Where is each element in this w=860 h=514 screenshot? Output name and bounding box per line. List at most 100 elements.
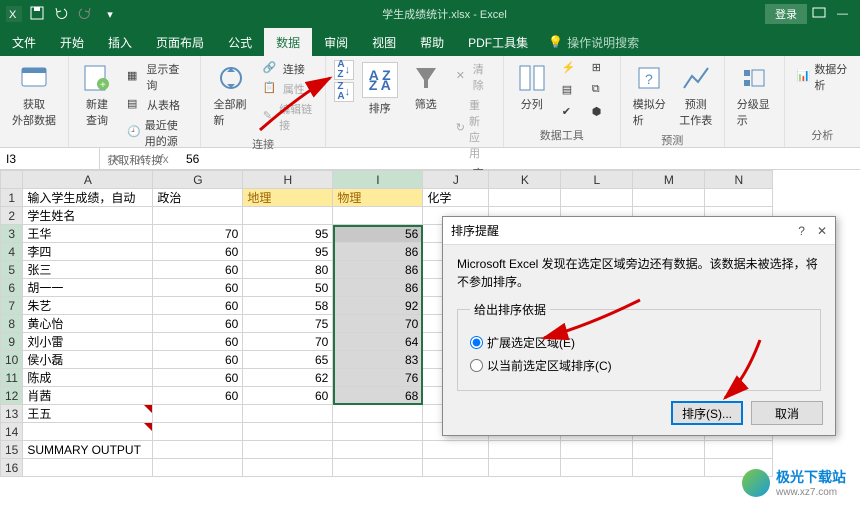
get-external-data-button[interactable]: 获取 外部数据 <box>8 60 60 130</box>
cell-A15[interactable]: SUMMARY OUTPUT <box>23 441 153 459</box>
tab-layout[interactable]: 页面布局 <box>144 28 216 57</box>
cell-G3[interactable]: 70 <box>153 225 243 243</box>
cell-I16[interactable] <box>333 459 423 477</box>
minimize-icon[interactable]: — <box>831 8 854 20</box>
row-header-16[interactable]: 16 <box>1 459 23 477</box>
cell-H11[interactable]: 62 <box>243 369 333 387</box>
text-to-columns-button[interactable]: 分列 <box>512 60 552 114</box>
cell-A4[interactable]: 李四 <box>23 243 153 261</box>
col-header-N[interactable]: N <box>705 171 773 189</box>
cell-A12[interactable]: 肖茜 <box>23 387 153 405</box>
recent-sources-button[interactable]: 🕘最近使用的源 <box>123 116 192 150</box>
cell-I12[interactable]: 68 <box>333 387 423 405</box>
cell-A7[interactable]: 朱艺 <box>23 297 153 315</box>
cell-A8[interactable]: 黄心怡 <box>23 315 153 333</box>
tab-home[interactable]: 开始 <box>48 28 96 57</box>
tab-pdf[interactable]: PDF工具集 <box>456 28 540 57</box>
cell-I14[interactable] <box>333 423 423 441</box>
tab-help[interactable]: 帮助 <box>408 28 456 57</box>
cell-A5[interactable]: 张三 <box>23 261 153 279</box>
cell-I4[interactable]: 86 <box>333 243 423 261</box>
cell-I13[interactable] <box>333 405 423 423</box>
cell-H10[interactable]: 65 <box>243 351 333 369</box>
login-button[interactable]: 登录 <box>765 4 807 24</box>
redo-icon[interactable] <box>78 6 94 22</box>
cell-G2[interactable] <box>153 207 243 225</box>
cell-N1[interactable] <box>705 189 773 207</box>
fx-icon[interactable]: fx <box>154 152 174 166</box>
cell-G13[interactable] <box>153 405 243 423</box>
help-icon[interactable]: ? <box>798 224 805 238</box>
cell-I9[interactable]: 64 <box>333 333 423 351</box>
radio-expand-input[interactable] <box>470 336 483 349</box>
cell-A9[interactable]: 刘小雷 <box>23 333 153 351</box>
cell-H7[interactable]: 58 <box>243 297 333 315</box>
row-header-7[interactable]: 7 <box>1 297 23 315</box>
row-header-11[interactable]: 11 <box>1 369 23 387</box>
row-header-4[interactable]: 4 <box>1 243 23 261</box>
cell-I3[interactable]: 56 <box>333 225 423 243</box>
outline-button[interactable]: 分级显示 <box>733 60 776 130</box>
enter-formula-icon[interactable]: ✓ <box>130 152 150 166</box>
radio-current-input[interactable] <box>470 359 483 372</box>
close-icon[interactable]: ✕ <box>817 224 827 238</box>
cell-G4[interactable]: 60 <box>153 243 243 261</box>
qat-customize-icon[interactable]: ▾ <box>102 6 118 22</box>
cell-N15[interactable] <box>705 441 773 459</box>
cell-I8[interactable]: 70 <box>333 315 423 333</box>
col-header-G[interactable]: G <box>153 171 243 189</box>
ribbon-display-icon[interactable] <box>811 5 827 24</box>
cell-I2[interactable] <box>333 207 423 225</box>
new-query-button[interactable]: + 新建 查询 <box>77 60 117 130</box>
col-header-I[interactable]: I <box>333 171 423 189</box>
data-analysis-button[interactable]: 📊数据分析 <box>793 60 852 94</box>
select-all-corner[interactable] <box>1 171 23 189</box>
radio-current[interactable]: 以当前选定区域排序(C) <box>470 357 808 374</box>
cell-G7[interactable]: 60 <box>153 297 243 315</box>
consolidate-button[interactable]: ⊞ <box>588 60 612 78</box>
tab-view[interactable]: 视图 <box>360 28 408 57</box>
cell-G16[interactable] <box>153 459 243 477</box>
save-icon[interactable] <box>30 6 46 22</box>
cell-K1[interactable] <box>489 189 561 207</box>
cell-A1[interactable]: 输入学生成绩，自动 <box>23 189 153 207</box>
relationships-button[interactable]: ⧉ <box>588 82 612 100</box>
refresh-all-button[interactable]: 全部刷新 <box>209 60 252 130</box>
formula-input[interactable]: 56 <box>180 150 860 168</box>
row-header-14[interactable]: 14 <box>1 423 23 441</box>
cell-J16[interactable] <box>423 459 489 477</box>
cell-I11[interactable]: 76 <box>333 369 423 387</box>
sort-button[interactable]: 排序(S)... <box>671 401 743 425</box>
cell-I1[interactable]: 物理 <box>333 189 423 207</box>
col-header-A[interactable]: A <box>23 171 153 189</box>
cell-A11[interactable]: 陈成 <box>23 369 153 387</box>
forecast-sheet-button[interactable]: 预测 工作表 <box>676 60 716 130</box>
from-table-button[interactable]: ▤从表格 <box>123 96 192 114</box>
cell-G5[interactable]: 60 <box>153 261 243 279</box>
tab-formulas[interactable]: 公式 <box>216 28 264 57</box>
tab-file[interactable]: 文件 <box>0 28 48 57</box>
cell-H14[interactable] <box>243 423 333 441</box>
cell-A13[interactable]: 王五 <box>23 405 153 423</box>
cell-H15[interactable] <box>243 441 333 459</box>
remove-duplicates-button[interactable]: ▤ <box>558 82 582 100</box>
cell-G12[interactable]: 60 <box>153 387 243 405</box>
cell-A6[interactable]: 胡一一 <box>23 279 153 297</box>
cell-M16[interactable] <box>633 459 705 477</box>
cell-I7[interactable]: 92 <box>333 297 423 315</box>
radio-expand[interactable]: 扩展选定区域(E) <box>470 334 808 351</box>
undo-icon[interactable] <box>54 6 70 22</box>
row-header-15[interactable]: 15 <box>1 441 23 459</box>
cell-I5[interactable]: 86 <box>333 261 423 279</box>
row-header-8[interactable]: 8 <box>1 315 23 333</box>
col-header-K[interactable]: K <box>489 171 561 189</box>
cancel-button[interactable]: 取消 <box>751 401 823 425</box>
row-header-1[interactable]: 1 <box>1 189 23 207</box>
flash-fill-button[interactable]: ⚡ <box>558 60 582 78</box>
cell-K16[interactable] <box>489 459 561 477</box>
cell-H2[interactable] <box>243 207 333 225</box>
cell-J1[interactable]: 化学 <box>423 189 489 207</box>
cell-H13[interactable] <box>243 405 333 423</box>
row-header-13[interactable]: 13 <box>1 405 23 423</box>
cell-L15[interactable] <box>561 441 633 459</box>
